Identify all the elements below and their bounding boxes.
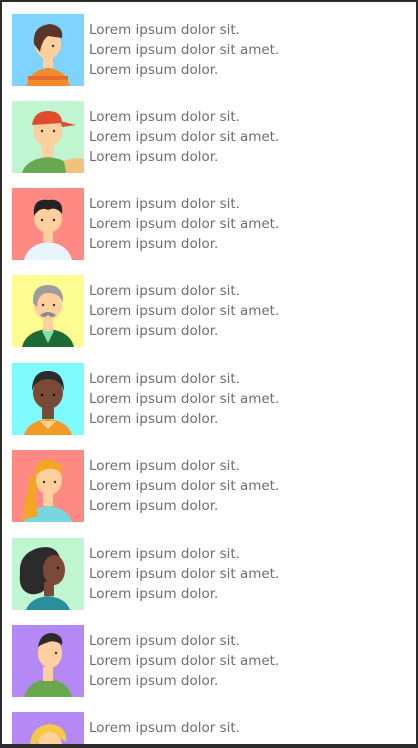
item-line-1: Lorem ipsum dolor sit. [89,283,240,299]
avatar [12,625,84,697]
avatar-man-dark-hair-icon [12,188,84,260]
item-line-1: Lorem ipsum dolor sit. [89,196,240,212]
list-item[interactable]: Lorem ipsum dolor sit. Lorem ipsum dolor… [2,625,416,697]
item-line-1: Lorem ipsum dolor sit. [89,109,240,125]
item-line-2: Lorem ipsum dolor sit amet. [89,653,280,669]
item-line-3: Lorem ipsum dolor. [89,586,219,602]
list-item[interactable]: Lorem ipsum dolor sit. Lorem ipsum dolor… [2,101,416,173]
avatar [12,450,84,522]
avatar-woman-blonde-icon [12,712,84,746]
item-line-2: Lorem ipsum dolor sit amet. [89,216,280,232]
item-line-2: Lorem ipsum dolor sit amet. [89,42,280,58]
avatar [12,14,84,86]
item-line-3: Lorem ipsum dolor. [89,236,219,252]
item-line-2: Lorem ipsum dolor sit amet. [89,129,280,145]
screen-bottom-edge [0,744,418,748]
list-item[interactable]: Lorem ipsum dolor sit. Lorem ipsum dolor… [2,363,416,435]
list-item[interactable]: Lorem ipsum dolor sit. Lorem ipsum dolor… [2,188,416,260]
avatar [12,275,84,347]
item-line-1: Lorem ipsum dolor sit. [89,458,240,474]
avatar [12,712,84,746]
list-item[interactable]: Lorem ipsum dolor sit. Lorem ipsum dolor… [2,14,416,86]
avatar-woman-short-hair-icon [12,14,84,86]
avatar-man-cap-icon [12,101,84,173]
item-line-3: Lorem ipsum dolor. [89,411,219,427]
list-item[interactable]: Lorem ipsum dolor sit. Lorem ipsum dolor… [2,538,416,610]
item-line-2: Lorem ipsum dolor sit amet. [89,478,280,494]
item-line-2: Lorem ipsum dolor sit amet. [89,303,280,319]
list-item[interactable]: Lorem ipsum dolor sit. Lorem ipsum dolor… [2,450,416,522]
item-line-1: Lorem ipsum dolor sit. [89,371,240,387]
item-line-1: Lorem ipsum dolor sit. [89,720,240,736]
avatar-man-side-profile-icon [12,625,84,697]
item-line-3: Lorem ipsum dolor. [89,323,219,339]
item-line-3: Lorem ipsum dolor. [89,673,219,689]
item-line-3: Lorem ipsum dolor. [89,62,219,78]
item-line-1: Lorem ipsum dolor sit. [89,22,240,38]
avatar [12,363,84,435]
item-line-1: Lorem ipsum dolor sit. [89,633,240,649]
list-item[interactable]: Lorem ipsum dolor sit. Lorem ipsum dolor… [2,275,416,347]
avatar-woman-blonde-icon [12,450,84,522]
avatar-old-man-mustache-icon [12,275,84,347]
avatar [12,101,84,173]
item-line-1: Lorem ipsum dolor sit. [89,546,240,562]
item-line-3: Lorem ipsum dolor. [89,149,219,165]
item-line-3: Lorem ipsum dolor. [89,498,219,514]
list-item[interactable]: Lorem ipsum dolor sit. [2,712,416,746]
list-screen: Lorem ipsum dolor sit. Lorem ipsum dolor… [0,0,418,748]
item-line-2: Lorem ipsum dolor sit amet. [89,566,280,582]
avatar-man-dark-skin-icon [12,363,84,435]
avatar-woman-curly-hair-icon [12,538,84,610]
avatar [12,188,84,260]
avatar [12,538,84,610]
item-line-2: Lorem ipsum dolor sit amet. [89,391,280,407]
